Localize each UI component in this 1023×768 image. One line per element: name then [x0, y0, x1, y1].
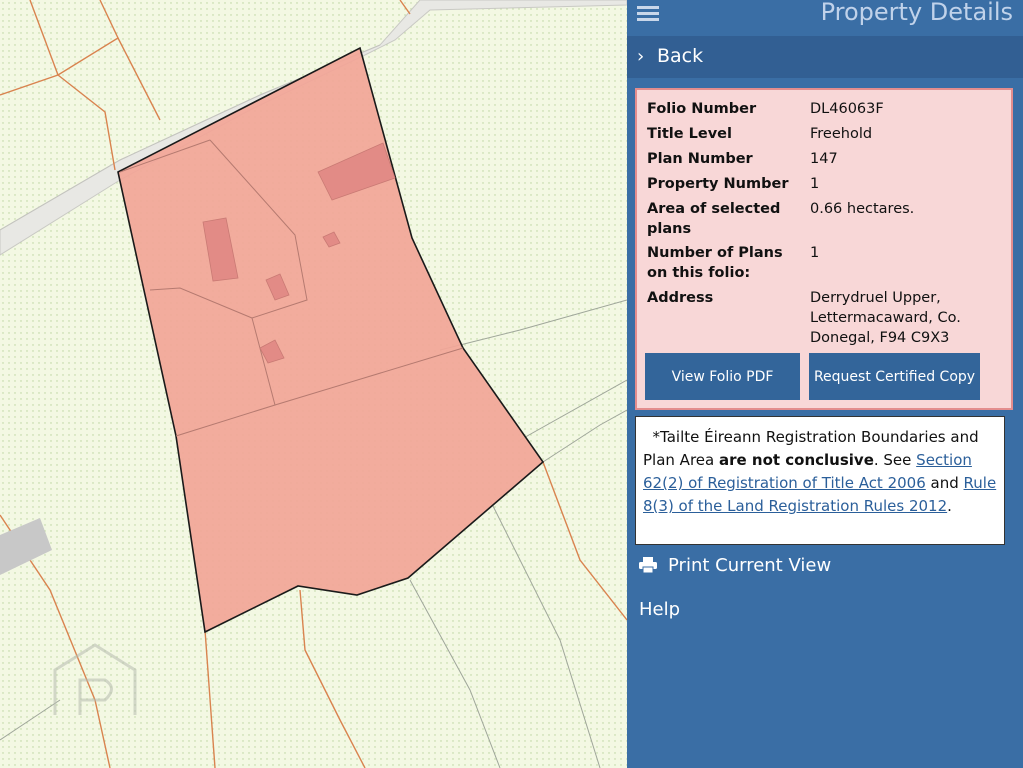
hamburger-menu-icon[interactable]	[637, 4, 659, 22]
view-folio-pdf-button[interactable]: View Folio PDF	[645, 353, 800, 400]
folio-info-card: Folio Number DL46063F Title Level Freeho…	[635, 88, 1013, 410]
panel-title: Property Details	[820, 0, 1013, 26]
detail-label: Plan Number	[647, 151, 753, 167]
detail-value: Derrydruel Upper, Lettermacaward, Co. Do…	[810, 290, 961, 346]
chevron-right-icon: ›	[637, 46, 645, 67]
back-label: Back	[657, 45, 704, 67]
detail-label: Property Number	[647, 176, 789, 192]
detail-label: Address	[647, 290, 714, 306]
detail-value: 1	[810, 176, 820, 192]
detail-value: DL46063F	[810, 101, 884, 117]
help-button[interactable]: Help	[627, 592, 1023, 628]
detail-value: 0.66 hectares.	[810, 201, 915, 217]
print-current-view-button[interactable]: Print Current View	[627, 548, 1023, 584]
panel-header: Property Details	[627, 0, 1023, 34]
notice-bold: are not conclusive	[718, 451, 874, 469]
detail-label: Area of selected plans	[647, 201, 781, 237]
notice-text: .	[947, 497, 952, 515]
disclaimer-notice: *Tailte Éireann Registration Boundaries …	[635, 416, 1005, 545]
notice-text: . See	[873, 451, 917, 469]
detail-label: Folio Number	[647, 101, 757, 117]
map-canvas[interactable]	[0, 0, 627, 768]
back-button[interactable]: › Back	[627, 36, 1023, 78]
detail-label: Number of Plans on this folio:	[647, 245, 783, 281]
detail-value: 147	[810, 151, 838, 167]
notice-text: and	[925, 474, 964, 492]
detail-value: Freehold	[810, 126, 873, 142]
print-label: Print Current View	[668, 555, 832, 576]
request-certified-copy-button[interactable]: Request Certified Copy	[809, 353, 980, 400]
map-view[interactable]	[0, 0, 627, 768]
property-details-panel: Property Details › Back Folio Number DL4…	[627, 0, 1023, 768]
detail-value: 1	[810, 245, 820, 261]
detail-label: Title Level	[647, 126, 732, 142]
help-label: Help	[639, 599, 681, 620]
printer-icon	[639, 557, 657, 573]
